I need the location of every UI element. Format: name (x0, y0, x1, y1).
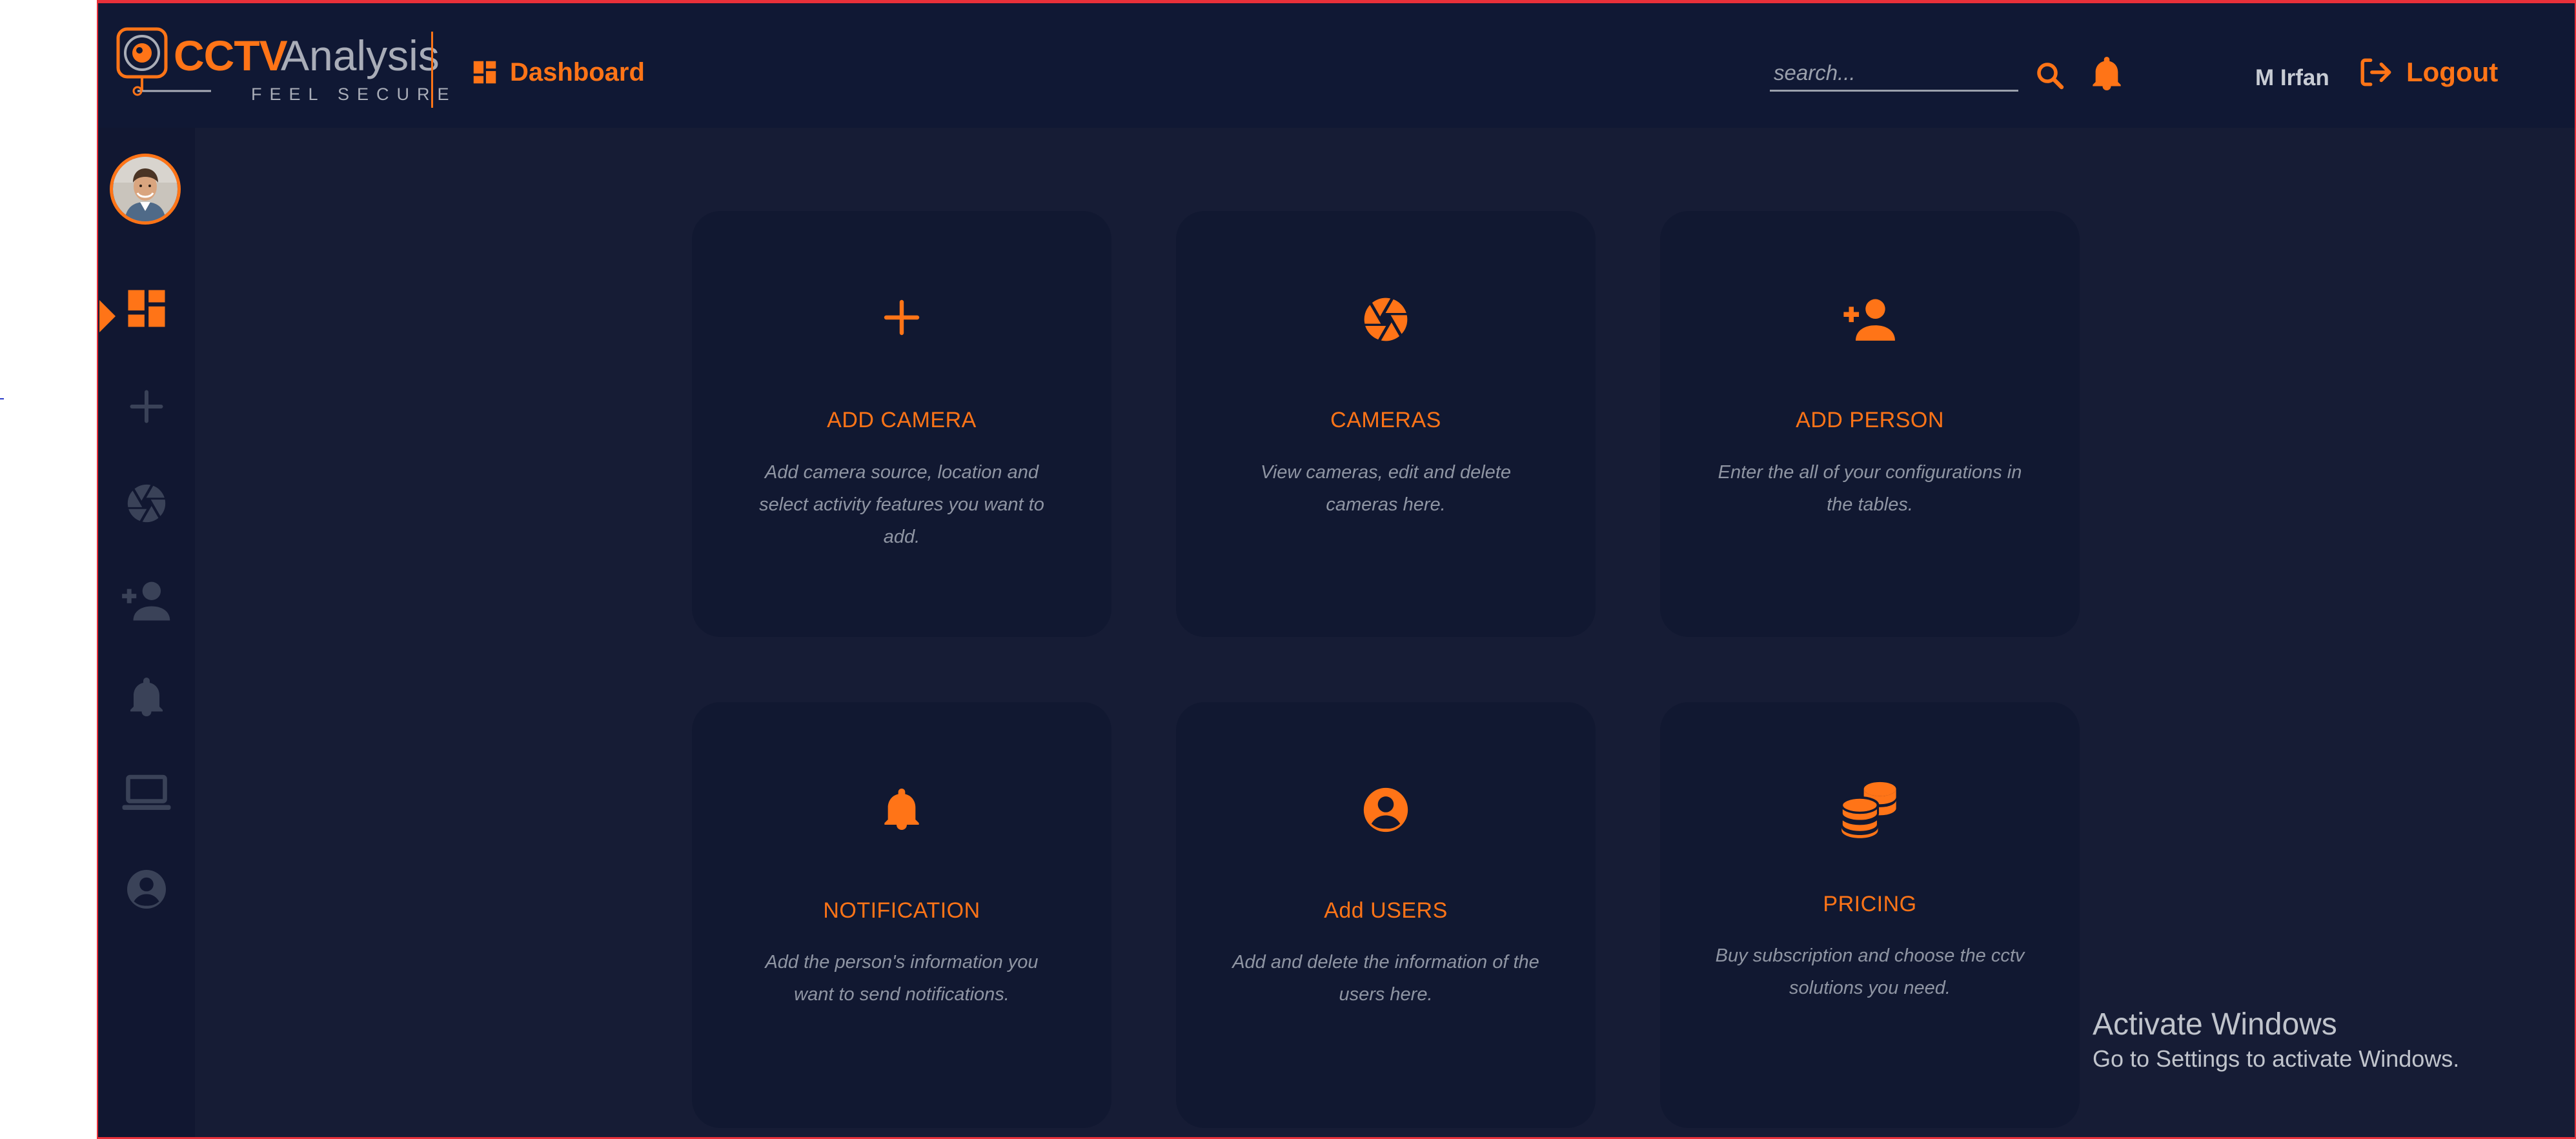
sidebar-item-add-person[interactable] (98, 568, 195, 632)
person-add-icon (1843, 299, 1895, 341)
user-circle-icon (127, 870, 166, 909)
card-title: Add USERS (1324, 898, 1448, 923)
dashboard-icon (128, 290, 165, 327)
search-box (1770, 59, 2022, 92)
bell-icon (130, 678, 163, 716)
card-description: Add camera source, location and select a… (759, 462, 1044, 547)
sidebar-item-notification[interactable] (98, 665, 195, 729)
logout-label: Logout (2406, 57, 2499, 87)
dashboard-icon (473, 61, 496, 84)
search-icon[interactable] (2034, 60, 2065, 91)
dashboard-nav-link[interactable]: Dashboard (470, 56, 645, 88)
card-description: Buy subscription and choose the cctv sol… (1715, 945, 2025, 998)
person-add-icon (122, 581, 170, 621)
top-header: CCTV Analysis FEEL SECURE Dashboard M Ir… (98, 3, 2575, 128)
app-window: CCTV Analysis FEEL SECURE Dashboard M Ir… (97, 0, 2576, 1139)
sidebar (98, 128, 195, 1137)
laptop-icon (122, 774, 171, 810)
dashboard-nav-label: Dashboard (510, 57, 645, 86)
user-circle-icon (1363, 787, 1408, 832)
card-add-person[interactable]: ADD PERSON Enter the all of your configu… (1660, 211, 2080, 637)
card-title: ADD CAMERA (827, 408, 977, 432)
notification-bell-icon[interactable] (2090, 55, 2124, 92)
sidebar-item-add-camera[interactable] (98, 374, 195, 439)
stray-pixel-mark (0, 398, 4, 399)
sidebar-item-cameras[interactable] (98, 471, 195, 536)
brand-name-analysis: Analysis (281, 32, 440, 79)
activate-windows-watermark: Activate Windows Go to Settings to activ… (2093, 1007, 2459, 1075)
sidebar-item-users[interactable] (98, 857, 195, 922)
sidebar-item-dashboard[interactable] (98, 276, 195, 341)
user-name-label: M Irfan (2255, 65, 2329, 90)
search-input[interactable] (1770, 59, 2022, 87)
card-description: Enter the all of your configurations in … (1718, 462, 2022, 515)
logout-icon (2360, 58, 2391, 86)
aperture-icon (1364, 297, 1408, 341)
card-add-users[interactable]: Add USERS Add and delete the information… (1176, 702, 1596, 1128)
card-title: PRICING (1823, 892, 1917, 916)
header-divider (431, 32, 433, 108)
sidebar-item-monitor[interactable] (98, 760, 195, 825)
card-pricing[interactable]: PRICING Buy subscription and choose the … (1660, 702, 2080, 1128)
user-avatar-icon (113, 157, 177, 221)
card-description: Add the person's information you want to… (765, 952, 1039, 1005)
plus-icon (130, 390, 163, 423)
card-notification[interactable]: NOTIFICATION Add the person's informatio… (692, 702, 1111, 1128)
brand-logo[interactable]: CCTV Analysis FEEL SECURE (114, 21, 514, 105)
card-description: Add and delete the information of the us… (1232, 952, 1539, 1005)
coins-icon (1840, 781, 1896, 838)
plus-icon (884, 299, 920, 336)
logout-button[interactable]: Logout (2358, 56, 2498, 88)
brand-tagline: FEEL SECURE (251, 85, 457, 104)
card-title: NOTIFICATION (823, 898, 980, 923)
watermark-line-2: Go to Settings to activate Windows. (2093, 1045, 2460, 1072)
bell-icon (884, 789, 919, 830)
aperture-icon (127, 484, 166, 523)
watermark-line-1: Activate Windows (2093, 1007, 2337, 1042)
card-cameras[interactable]: CAMERAS View cameras, edit and delete ca… (1176, 211, 1596, 637)
brand-name-cctv: CCTV (174, 32, 288, 79)
avatar[interactable] (110, 154, 181, 225)
card-title: CAMERAS (1330, 408, 1441, 432)
card-add-camera[interactable]: ADD CAMERA Add camera source, location a… (692, 211, 1111, 637)
active-indicator (99, 300, 116, 332)
card-description: View cameras, edit and delete cameras he… (1261, 462, 1511, 515)
card-title: ADD PERSON (1796, 408, 1944, 432)
